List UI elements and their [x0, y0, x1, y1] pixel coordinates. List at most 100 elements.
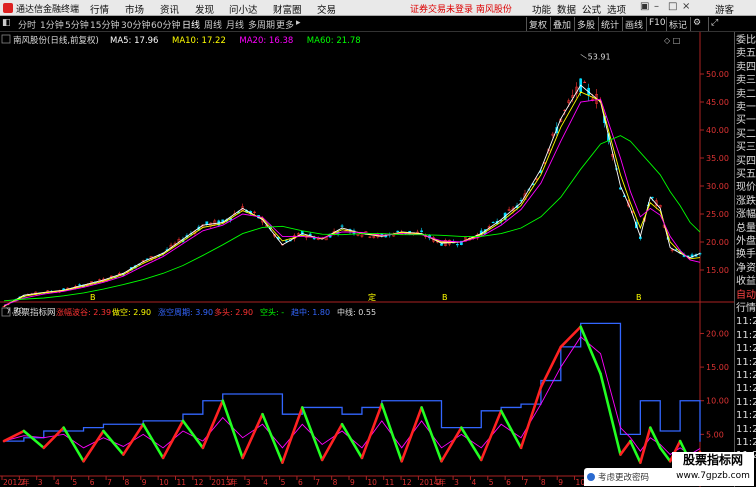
menu-item-news[interactable]: 资讯 [160, 2, 179, 16]
x-tick-label: 5 [489, 478, 494, 487]
tab-15min[interactable]: 15分钟 [90, 18, 119, 31]
side-panel-item: 11:29 [736, 423, 756, 435]
multi-stock-button[interactable]: 多股 [574, 17, 597, 31]
candle-body [650, 196, 654, 199]
x-tick-label: 2 [20, 478, 25, 487]
high-annotation-pointer [580, 54, 587, 59]
signal-marker: B [442, 293, 448, 302]
side-panel-item: 卖一 [736, 102, 756, 113]
side-panel-item: 行情 [736, 303, 756, 314]
tab-30min[interactable]: 30分钟 [121, 18, 150, 31]
more-arrow-icon[interactable]: ▸ [296, 18, 301, 28]
ma-line-ma20 [3, 98, 701, 306]
tab-monthly[interactable]: 月线 [226, 18, 244, 31]
side-panel-item: 涨跌 [736, 195, 756, 207]
indicator-legend-item: 中线: 0.55 [337, 307, 376, 317]
menu-item-quotes[interactable]: 行情 [90, 2, 109, 16]
price-tick-label: 50.00 [706, 70, 729, 79]
menu-item-market[interactable]: 市场 [125, 2, 144, 16]
x-tick-label: 7 [107, 478, 112, 487]
indicator-tick-label: 15.00 [706, 363, 729, 372]
indicator-legend-item: 趋中: 1.80 [291, 307, 330, 317]
settings-icon[interactable]: ⚙ [690, 17, 703, 31]
maximize-icon[interactable]: □ [668, 1, 677, 12]
x-tick-label: 5 [281, 478, 286, 487]
password-toast[interactable]: 考虑更改密码 [584, 468, 672, 486]
signal-marker: B [636, 293, 642, 302]
x-tick-label: 9 [142, 478, 147, 487]
tab-60min[interactable]: 60分钟 [151, 18, 180, 31]
stats-button[interactable]: 统计 [598, 17, 621, 31]
tab-1min[interactable]: 1分钟 [40, 18, 64, 31]
candle-body [456, 244, 459, 246]
indicator-oscillator-segment [281, 406, 304, 464]
tab-daily[interactable]: 日线 [182, 18, 200, 31]
side-panel-item: 净资 [736, 262, 756, 274]
menu-item-options[interactable]: 选项 [607, 2, 626, 16]
watermark-url: www.7gpzb.com [676, 471, 750, 481]
x-tick-label: 5 [72, 478, 77, 487]
indicator-legend-item: 多头: 2.90 [214, 307, 253, 317]
tab-multi-period[interactable]: 多周期 [248, 18, 275, 31]
skin-icon[interactable]: ▣ [640, 1, 649, 12]
watermark-title: 股票指标网 [682, 453, 743, 467]
side-panel-item: 委比 [736, 35, 756, 46]
x-tick-label: 4 [263, 478, 268, 487]
menu-item-function[interactable]: 功能 [532, 2, 551, 16]
tab-5min[interactable]: 5分钟 [65, 18, 89, 31]
x-tick-label: 2012年 [3, 477, 30, 487]
login-status[interactable]: 证券交易未登录 南风股份 [410, 2, 512, 15]
x-tick-label: 4 [55, 478, 60, 487]
ma-line-ma5 [3, 84, 701, 307]
menu-item-trade[interactable]: 交易 [317, 2, 336, 16]
price-tick-label: 45.00 [706, 98, 729, 107]
candle-body [440, 243, 443, 246]
x-tick-label: 8 [124, 478, 129, 487]
menu-item-wealth[interactable]: 财富圈 [273, 2, 302, 16]
indicator-oscillator-segment [201, 399, 225, 450]
x-tick-label: 6 [90, 478, 95, 487]
tab-more[interactable]: 更多 [276, 18, 294, 31]
info-icon [587, 473, 595, 481]
side-panel-item: 11:29 [736, 343, 756, 355]
adjust-button[interactable]: 复权 [526, 17, 549, 31]
side-panel-item: 收益 [736, 276, 756, 288]
x-tick-label: 2 [229, 478, 234, 487]
chart-area[interactable]: 15.00 20.00 25.00 30.00 35.00 40.00 45.00 50.00… [0, 32, 734, 487]
x-tick-label: 2013年 [211, 477, 238, 487]
close-icon[interactable]: × [682, 1, 690, 12]
indicator-legend-item: 做空: 2.90 [112, 307, 151, 317]
fullscreen-icon[interactable]: ⤢ [708, 17, 720, 31]
indicator-oscillator-segment [141, 422, 165, 460]
guest-user[interactable]: 游客 [715, 2, 734, 16]
x-tick-label: 3 [454, 478, 459, 487]
menu-item-formula[interactable]: 公式 [582, 2, 601, 16]
menu-item-wenxiaoda[interactable]: 问小达 [229, 2, 258, 16]
draw-button[interactable]: 画线 [622, 17, 645, 31]
signal-marker: B [90, 293, 96, 302]
menu-item-data[interactable]: 数据 [557, 2, 576, 16]
indicator-legend-item: 涨空周期: 3.90 [158, 307, 213, 317]
menu-item-discover[interactable]: 发现 [195, 2, 214, 16]
kline-chart[interactable]: 15.0020.0025.0030.0035.0040.0045.0050.00… [0, 32, 734, 487]
side-panel-item: 买二 [736, 128, 756, 140]
tab-intraday[interactable]: 分时 [18, 18, 36, 31]
indicator-oscillator-segment [122, 422, 145, 456]
side-panel-item: 11:29 [736, 396, 756, 408]
f10-button[interactable]: F10 [646, 17, 668, 31]
side-panel-item: 总量 [736, 222, 756, 234]
x-tick-label: 8 [333, 478, 338, 487]
side-panel-item: 11:29 [736, 370, 756, 381]
indicator-tick-label: 5.00 [706, 430, 724, 439]
x-tick-label: 9 [350, 478, 355, 487]
minimize-icon[interactable]: – [654, 1, 659, 12]
toolbar-toggle-icon[interactable]: ◧ [2, 18, 11, 28]
candle-body [396, 230, 400, 232]
mark-button[interactable]: 标记 [666, 17, 689, 31]
overlay-button[interactable]: 叠加 [550, 17, 573, 31]
watermark: 股票指标网 www.7gpzb.com [672, 452, 754, 486]
tab-weekly[interactable]: 周线 [204, 18, 222, 31]
stock-name: 南风股份(日线,前复权) [13, 35, 99, 46]
indicator-oscillator-segment [440, 426, 463, 463]
indicator-oscillator-segment [639, 426, 652, 464]
